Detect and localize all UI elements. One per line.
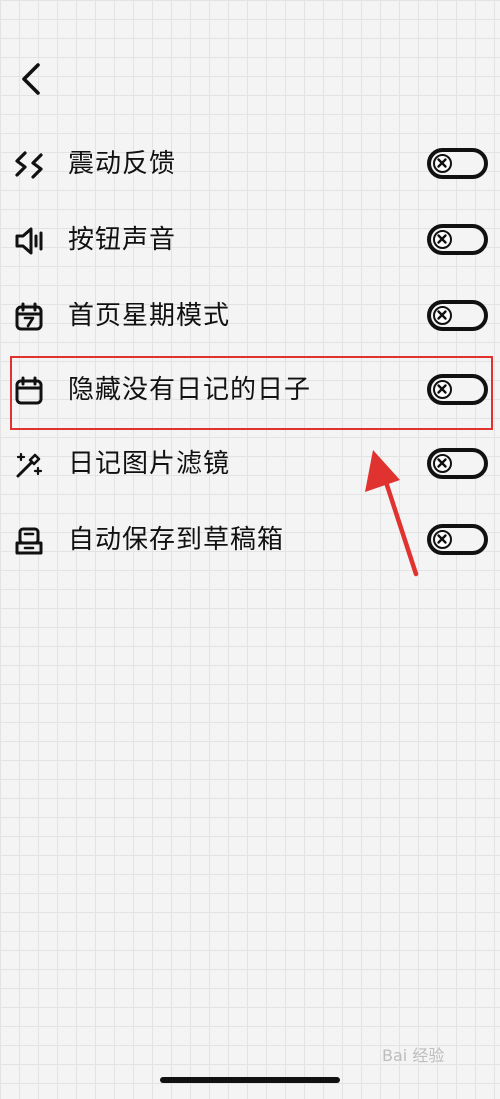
setting-label: 震动反馈 bbox=[68, 149, 177, 179]
home-indicator[interactable] bbox=[160, 1077, 340, 1083]
watermark: Bai 经验 bbox=[382, 1046, 445, 1065]
back-button[interactable] bbox=[14, 62, 48, 96]
toggle-off-knob bbox=[433, 306, 452, 325]
vibration-toggle[interactable] bbox=[427, 148, 488, 179]
setting-label: 首页星期模式 bbox=[68, 301, 231, 331]
button-sound-toggle[interactable] bbox=[427, 224, 488, 255]
setting-row-button-sound[interactable]: 按钮声音 bbox=[0, 214, 500, 266]
setting-label: 自动保存到草稿箱 bbox=[68, 525, 285, 555]
image-filter-toggle[interactable] bbox=[427, 448, 488, 479]
calendar-week-icon bbox=[14, 302, 44, 332]
highlight-box bbox=[10, 356, 493, 430]
auto-save-draft-toggle[interactable] bbox=[427, 524, 488, 555]
speaker-icon bbox=[14, 226, 44, 256]
toggle-off-knob bbox=[433, 454, 452, 473]
setting-label: 按钮声音 bbox=[68, 225, 177, 255]
toggle-off-knob bbox=[433, 530, 452, 549]
setting-row-vibration[interactable]: 震动反馈 bbox=[0, 138, 500, 190]
back-chevron-icon bbox=[22, 63, 40, 95]
setting-label: 日记图片滤镜 bbox=[68, 449, 231, 479]
annotation-arrow-icon bbox=[365, 450, 419, 577]
toggle-off-knob bbox=[433, 154, 452, 173]
setting-row-week-mode[interactable]: 首页星期模式 bbox=[0, 290, 500, 342]
magic-wand-icon bbox=[14, 450, 44, 480]
toggle-off-knob bbox=[433, 230, 452, 249]
week-mode-toggle[interactable] bbox=[427, 300, 488, 331]
inbox-icon bbox=[14, 526, 44, 556]
vibration-icon bbox=[14, 150, 44, 180]
